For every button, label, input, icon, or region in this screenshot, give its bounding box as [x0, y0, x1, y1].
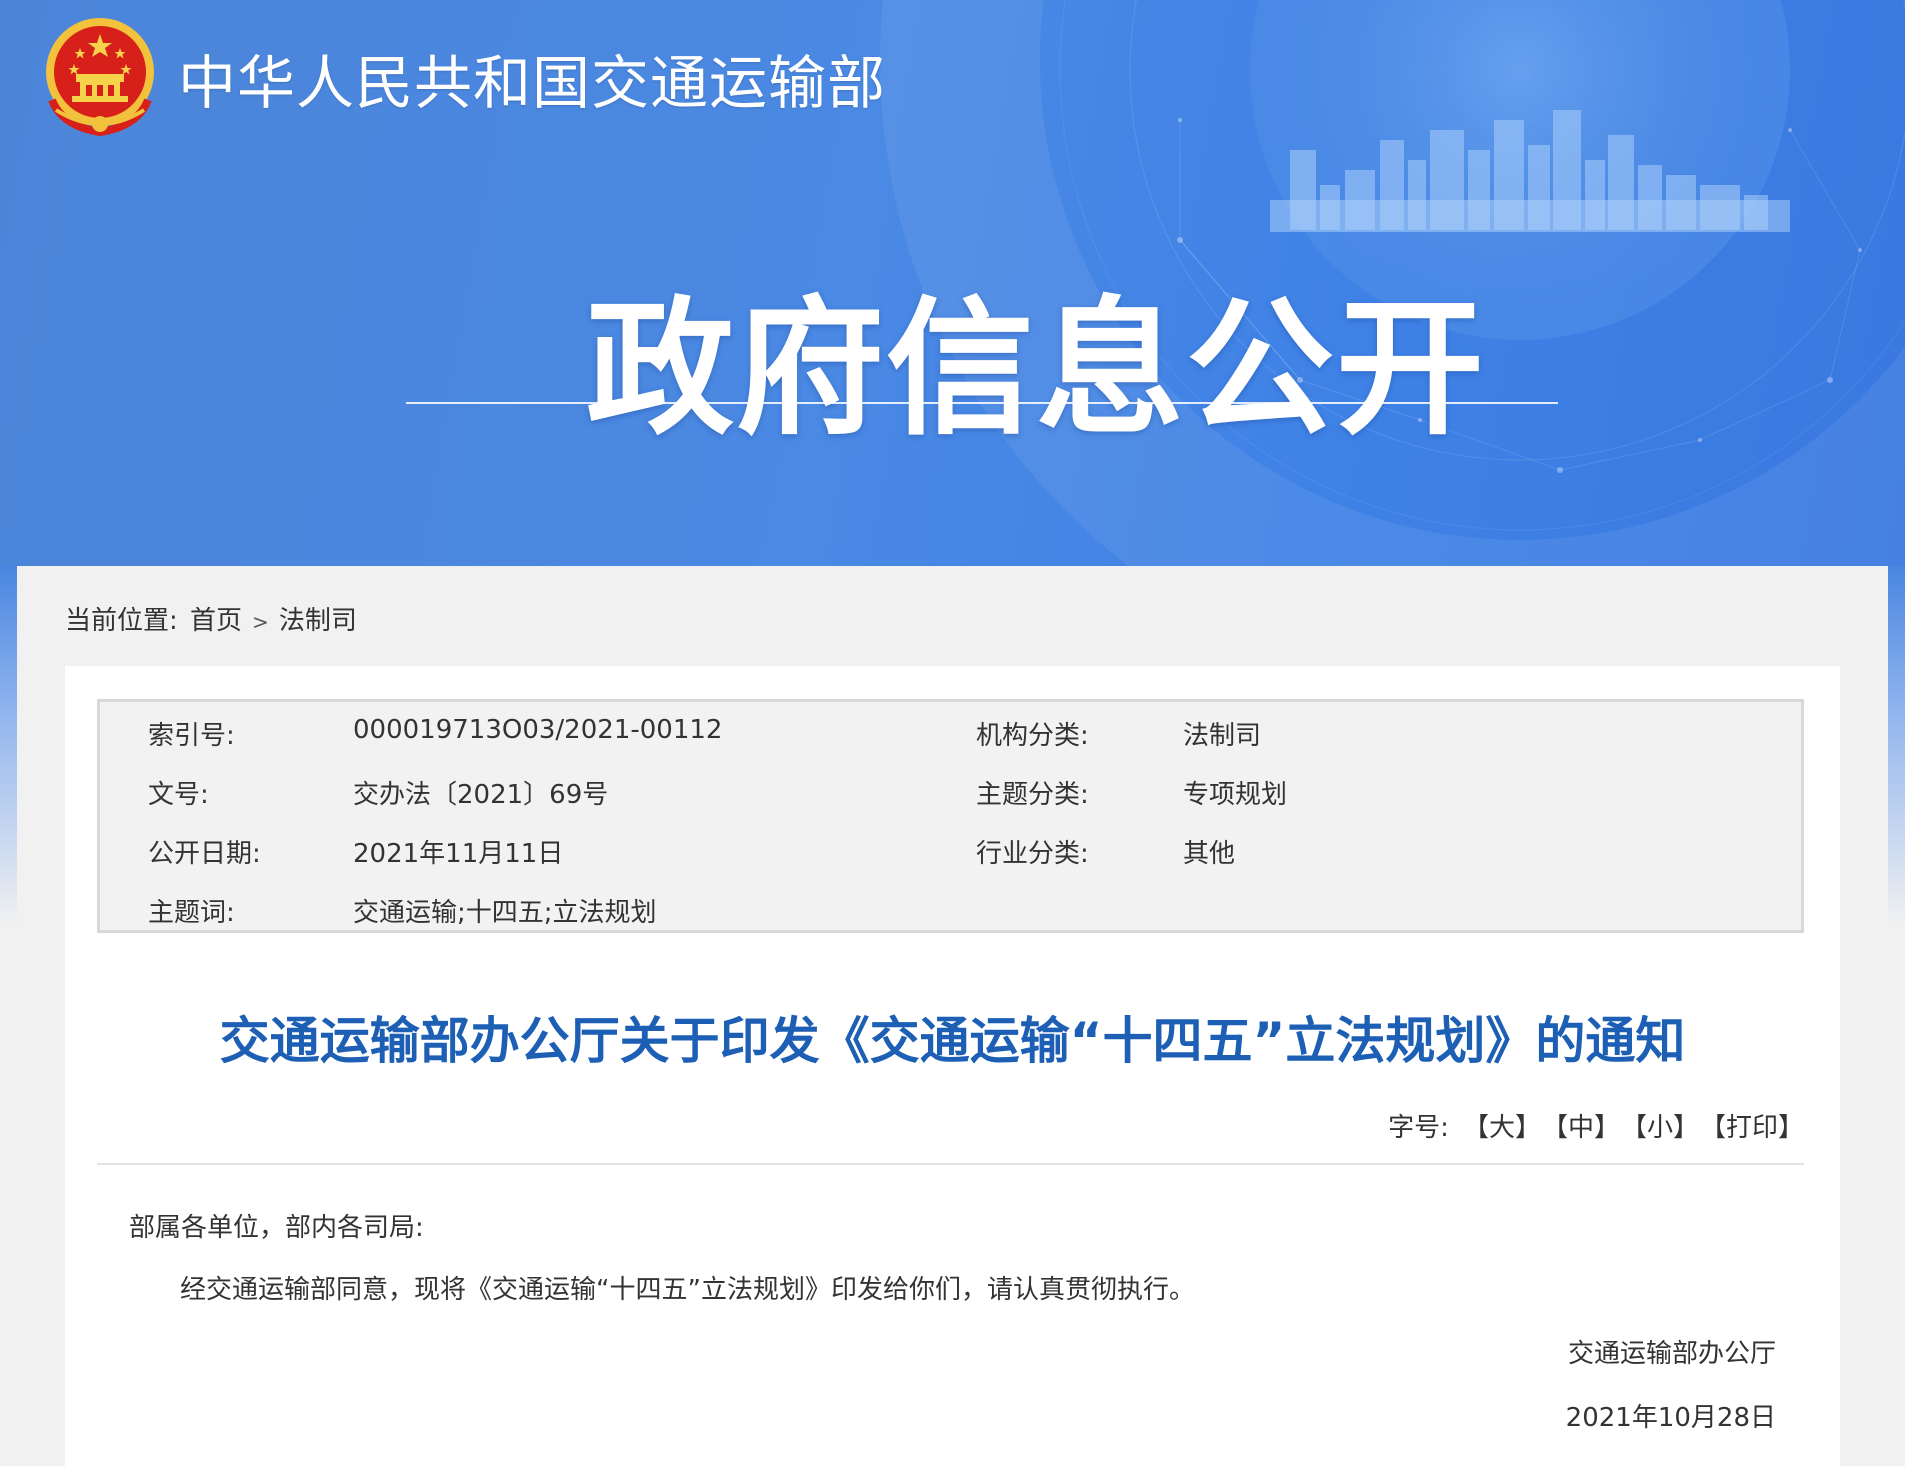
meta-label-topic: 主题分类: [976, 780, 1089, 810]
document-title: 交通运输部办公厅关于印发《交通运输“十四五”立法规划》的通知 [219, 1012, 1686, 1070]
breadcrumb-separator: > [252, 610, 269, 634]
font-size-controls: 字号: 【大】 【中】 【小】 【打印】 [1388, 1107, 1804, 1144]
print-button[interactable]: 【打印】 [1713, 1113, 1804, 1143]
meta-value-topic: 专项规划 [1183, 780, 1288, 810]
meta-value-keywords: 交通运输;十四五;立法规划 [353, 898, 657, 928]
meta-label-docno: 文号: [148, 780, 209, 810]
national-emblem-icon [46, 18, 154, 137]
salutation: 部属各单位，部内各司局: [129, 1213, 424, 1243]
header-banner: 中华人民共和国交通运输部 政府信息公开 [0, 0, 1905, 566]
ministry-name[interactable]: 中华人民共和国交通运输部 [178, 36, 886, 120]
meta-label-index: 索引号: [148, 721, 235, 751]
metadata-row: 索引号: 000019713O03/2021-00112 机构分类: 法制司 [100, 715, 1801, 755]
divider [97, 1163, 1804, 1165]
font-size-large-button[interactable]: 【大】 [1463, 1113, 1541, 1143]
meta-label-org: 机构分类: [976, 721, 1089, 751]
section-title: 政府信息公开 [586, 283, 1486, 455]
side-gradient-right [1888, 566, 1905, 926]
body-paragraph: 经交通运输部同意，现将《交通运输“十四五”立法规划》印发给你们，请认真贯彻执行。 [180, 1275, 1195, 1305]
main-panel: 当前位置: 首页 > 法制司 索引号: 000019713O03/2021-0011… [17, 566, 1888, 1466]
meta-value-docno: 交办法〔2021〕69号 [353, 780, 609, 810]
meta-value-org: 法制司 [1183, 721, 1262, 751]
title-underline [406, 402, 1558, 404]
metadata-row: 公开日期: 2021年11月11日 行业分类: 其他 [100, 833, 1801, 873]
breadcrumb-item-legal-dept[interactable]: 法制司 [279, 606, 357, 636]
document-content: 索引号: 000019713O03/2021-00112 机构分类: 法制司 文… [65, 666, 1840, 1466]
meta-label-date: 公开日期: [148, 839, 261, 869]
metadata-table: 索引号: 000019713O03/2021-00112 机构分类: 法制司 文… [97, 699, 1804, 933]
breadcrumb-item-home[interactable]: 首页 [190, 606, 242, 636]
meta-value-industry: 其他 [1183, 839, 1236, 869]
side-gradient-left [0, 566, 17, 926]
signature-date: 2021年10月28日 [1565, 1403, 1776, 1433]
meta-value-date: 2021年11月11日 [353, 839, 564, 869]
meta-label-keywords: 主题词: [148, 898, 235, 928]
breadcrumb: 当前位置: 首页 > 法制司 [65, 600, 357, 637]
metadata-row: 文号: 交办法〔2021〕69号 主题分类: 专项规划 [100, 774, 1801, 814]
font-size-medium-button[interactable]: 【中】 [1555, 1113, 1620, 1143]
meta-label-industry: 行业分类: [976, 839, 1089, 869]
meta-value-index: 000019713O03/2021-00112 [353, 715, 723, 745]
font-size-label: 字号: [1388, 1113, 1449, 1143]
metadata-row: 主题词: 交通运输;十四五;立法规划 [100, 892, 1801, 932]
breadcrumb-label: 当前位置: [65, 606, 178, 636]
signature: 交通运输部办公厅 [1567, 1339, 1776, 1369]
font-size-small-button[interactable]: 【小】 [1634, 1113, 1699, 1143]
